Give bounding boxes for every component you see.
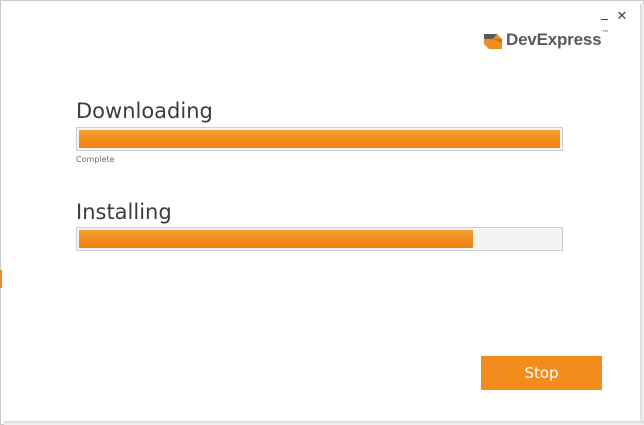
logo-trademark: ™ [602, 30, 609, 36]
close-icon: ✕ [616, 9, 628, 24]
downloading-progress-fill [79, 130, 560, 148]
logo-wordmark: DevExpress™ [506, 30, 609, 49]
close-button[interactable]: ✕ [615, 10, 629, 24]
downloading-title: Downloading [76, 99, 213, 123]
window-edge-accent [0, 270, 2, 288]
downloading-progress-bar [76, 127, 563, 151]
installing-progress-bar [76, 227, 563, 251]
minimize-button[interactable] [598, 10, 612, 24]
devexpress-logo-icon [484, 34, 502, 49]
installing-title: Installing [76, 200, 172, 224]
minimize-icon [601, 19, 608, 20]
devexpress-logo: DevExpress™ [484, 29, 608, 51]
stop-button[interactable]: Stop [481, 356, 602, 390]
installing-progress-fill [79, 230, 474, 248]
downloading-status: Complete [76, 155, 115, 164]
window-shadow-right [640, 4, 644, 425]
window-shadow-bottom [4, 421, 644, 425]
